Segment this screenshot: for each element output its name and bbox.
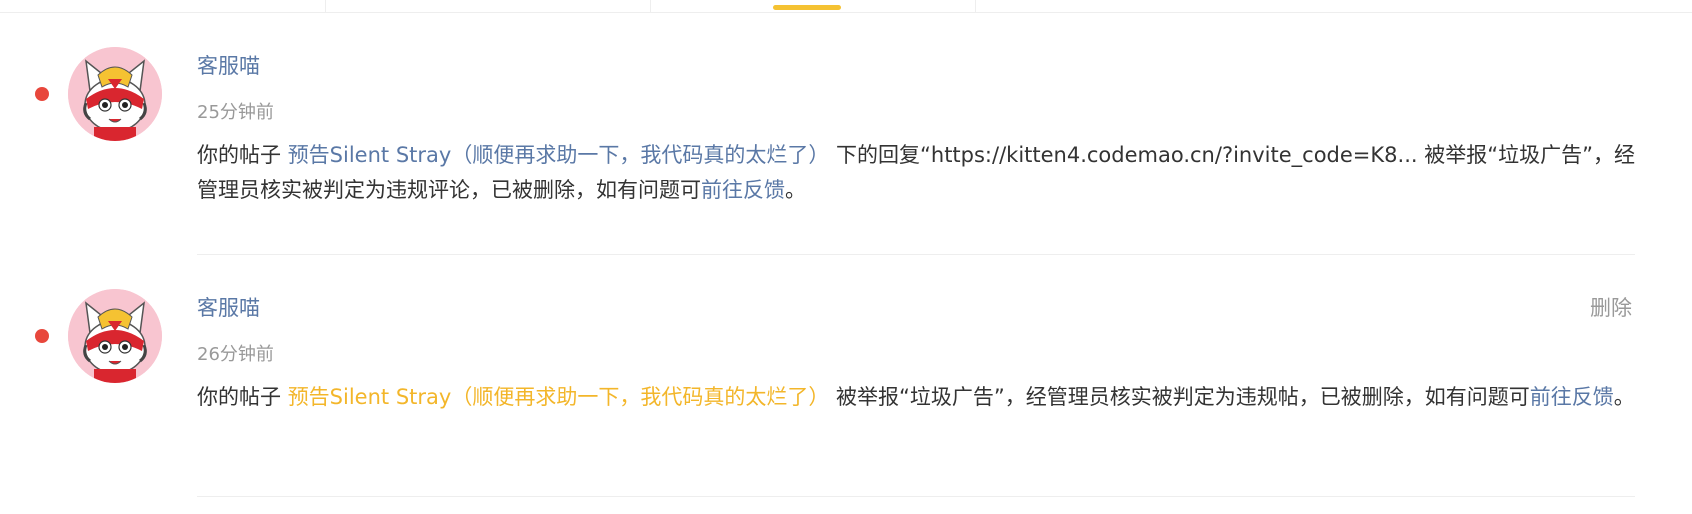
sender-name[interactable]: 客服喵 bbox=[197, 50, 260, 80]
notice-message: 你的帖子 预告Silent Stray（顺便再求助一下，我代码真的太烂了） 下的… bbox=[197, 138, 1637, 208]
message-text: 你的帖子 bbox=[197, 385, 288, 409]
delete-button[interactable]: 删除 bbox=[1590, 292, 1632, 322]
tab-1[interactable] bbox=[0, 0, 325, 12]
tab-4[interactable] bbox=[976, 0, 1692, 12]
tab-2[interactable] bbox=[326, 0, 650, 12]
avatar[interactable] bbox=[68, 47, 162, 141]
unread-dot bbox=[35, 329, 49, 343]
message-text: 被举报“垃圾广告”，经管理员核实被判定为违规帖，已被删除，如有问题可 bbox=[829, 385, 1530, 409]
post-link[interactable]: 预告Silent Stray（顺便再求助一下，我代码真的太烂了） bbox=[288, 143, 830, 167]
message-text: 。 bbox=[1613, 385, 1635, 409]
timestamp: 25分钟前 bbox=[197, 102, 274, 123]
feedback-link[interactable]: 前往反馈 bbox=[1530, 385, 1614, 409]
post-link[interactable]: 预告Silent Stray（顺便再求助一下，我代码真的太烂了） bbox=[288, 385, 830, 409]
divider bbox=[197, 254, 1635, 255]
message-text: 。 bbox=[785, 178, 806, 202]
unread-dot bbox=[35, 87, 49, 101]
tab-bar bbox=[0, 0, 1692, 13]
cat-mascot-icon bbox=[68, 289, 162, 383]
avatar[interactable] bbox=[68, 289, 162, 383]
timestamp: 26分钟前 bbox=[197, 344, 274, 365]
cat-mascot-icon bbox=[68, 47, 162, 141]
feedback-link[interactable]: 前往反馈 bbox=[701, 178, 785, 202]
active-tab-indicator bbox=[773, 5, 841, 10]
message-text: 你的帖子 bbox=[197, 143, 288, 167]
divider bbox=[197, 496, 1635, 497]
notice-message: 你的帖子 预告Silent Stray（顺便再求助一下，我代码真的太烂了） 被举… bbox=[197, 380, 1637, 415]
sender-name[interactable]: 客服喵 bbox=[197, 292, 260, 322]
